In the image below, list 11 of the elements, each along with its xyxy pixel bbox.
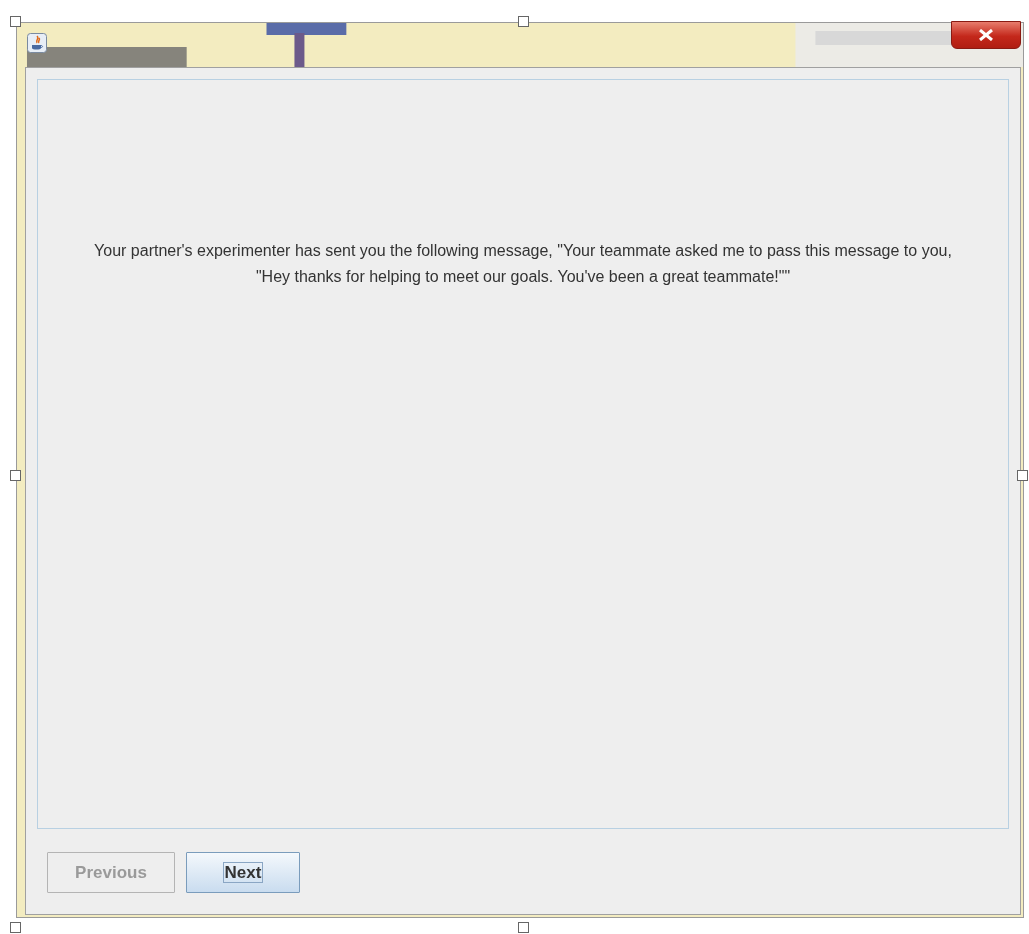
resize-handle[interactable] [518, 922, 529, 933]
resize-handle[interactable] [10, 922, 21, 933]
dialog-button[interactable]: Next [186, 852, 300, 893]
resize-handle[interactable] [10, 16, 21, 27]
close-icon [978, 29, 994, 41]
java-icon [27, 33, 47, 53]
close-button[interactable] [951, 21, 1021, 49]
message-text: Your partner's experimenter has sent you the following message, "Your teammate asked me to pass this message to you, "Hey thanks for helping to meet our goals. You've been a great teammate!"" [93, 241, 953, 287]
resize-handle[interactable] [1017, 470, 1028, 481]
resize-handle[interactable] [518, 16, 529, 27]
resize-handle[interactable] [10, 470, 21, 481]
